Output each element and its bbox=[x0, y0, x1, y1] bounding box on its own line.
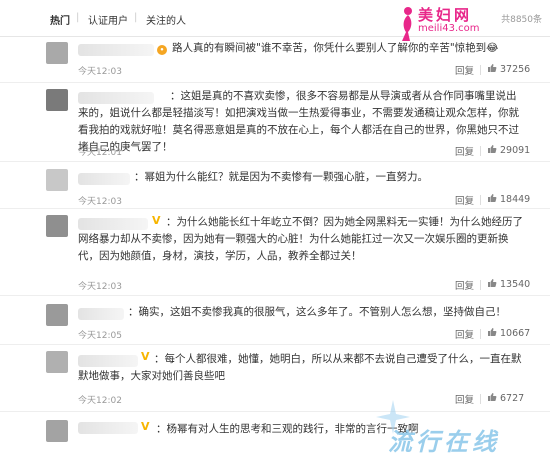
comment-text: ：每个人都很难，她懂，她明白，所以从来都不去说自己遭受了什么，一直在默默地做事，… bbox=[78, 353, 522, 382]
username-blurred[interactable] bbox=[78, 44, 154, 56]
thumbs-up-icon bbox=[488, 328, 497, 336]
action-divider bbox=[480, 65, 481, 75]
comment-text: ：为什么她能长红十年屹立不倒？因为她全网黑料无一实锤！为什么她经历了网络暴力却从… bbox=[78, 216, 523, 262]
thumbs-up-icon bbox=[488, 145, 497, 153]
avatar[interactable] bbox=[46, 304, 68, 326]
reply-button[interactable]: 回复 bbox=[455, 327, 474, 341]
watermark-text: 流行在线 bbox=[388, 428, 500, 456]
reply-button[interactable]: 回复 bbox=[455, 278, 474, 292]
reply-button[interactable]: 回复 bbox=[455, 193, 474, 207]
tab-following[interactable]: 关注的人 bbox=[146, 12, 186, 27]
comment-text: ：确实，这姐不卖惨我真的很服气，这么多年了。不管别人怎么想，坚持做自己！ bbox=[128, 306, 506, 318]
watermark-url: meili43.com bbox=[418, 23, 480, 34]
tab-hot[interactable]: 热门 bbox=[50, 12, 70, 27]
tab-verified-users[interactable]: 认证用户 bbox=[88, 12, 128, 27]
like-count: 18449 bbox=[500, 194, 531, 205]
username-blurred[interactable] bbox=[78, 422, 138, 434]
vip-badge-icon: V bbox=[141, 420, 150, 433]
action-divider bbox=[480, 146, 481, 156]
comment-item: V ：每个人都很难，她懂，她明白，所以从来都不去说自己遭受了什么，一直在默默地做… bbox=[0, 345, 550, 412]
comment-text: 路人真的有瞬间被"谁不幸苦，你凭什么要别人了解你的辛苦"惊艳到😂 bbox=[172, 42, 499, 54]
username-blurred[interactable] bbox=[78, 173, 130, 185]
like-count: 29091 bbox=[500, 145, 531, 156]
username-blurred[interactable] bbox=[78, 308, 124, 320]
action-divider bbox=[480, 394, 481, 404]
avatar[interactable] bbox=[46, 42, 68, 64]
thumbs-up-icon bbox=[488, 393, 497, 401]
comment-item: V ：为什么她能长红十年屹立不倒？因为她全网黑料无一实锤！为什么她经历了网络暴力… bbox=[0, 209, 550, 296]
watermark-title: 美妇网 bbox=[418, 6, 473, 24]
comment-time: 今天12:03 bbox=[78, 282, 122, 292]
comment-time: 今天12:05 bbox=[78, 331, 122, 341]
reply-button[interactable]: 回复 bbox=[455, 392, 474, 406]
like-button[interactable]: 29091 bbox=[487, 144, 530, 156]
site-watermark-bottom: 流行在线 bbox=[376, 400, 550, 462]
action-divider bbox=[480, 280, 481, 290]
like-count: 37256 bbox=[500, 64, 531, 75]
comment-text: ：幂姐为什么能红？就是因为不卖惨有一颗强心脏，一直努力。 bbox=[134, 171, 428, 183]
like-count: 6727 bbox=[500, 393, 525, 404]
reply-button[interactable]: 回复 bbox=[455, 144, 474, 158]
reply-button[interactable]: 回复 bbox=[455, 63, 474, 77]
comment-time: 今天12:03 bbox=[78, 67, 122, 77]
member-badge-icon: • bbox=[157, 45, 167, 55]
comment-item: ：幂姐为什么能红？就是因为不卖惨有一颗强心脏，一直努力。 今天12:03 回复 … bbox=[0, 162, 550, 209]
comment-time: 今天12:02 bbox=[78, 396, 122, 406]
like-button[interactable]: 37256 bbox=[487, 63, 530, 75]
avatar[interactable] bbox=[46, 420, 68, 442]
thumbs-up-icon bbox=[488, 279, 497, 287]
comment-item: ：这姐是真的不喜欢卖惨，很多不容易都是从导演或者从合作同事嘴里说出来的，姐说什么… bbox=[0, 83, 550, 162]
like-button[interactable]: 18449 bbox=[487, 193, 530, 205]
avatar[interactable] bbox=[46, 89, 68, 111]
like-count: 10667 bbox=[500, 328, 531, 339]
tab-divider: | bbox=[76, 12, 80, 23]
like-count: 13540 bbox=[500, 279, 531, 290]
like-button[interactable]: 6727 bbox=[487, 392, 524, 404]
like-button[interactable]: 13540 bbox=[487, 278, 530, 290]
tab-divider: | bbox=[134, 12, 138, 23]
thumbs-up-icon bbox=[488, 64, 497, 72]
thumbs-up-icon bbox=[488, 194, 497, 202]
like-button[interactable]: 10667 bbox=[487, 327, 530, 339]
comment-time: 今天12:01 bbox=[78, 148, 122, 158]
action-divider bbox=[480, 195, 481, 205]
action-divider bbox=[480, 329, 481, 339]
avatar[interactable] bbox=[46, 169, 68, 191]
comment-item: • 路人真的有瞬间被"谁不幸苦，你凭什么要别人了解你的辛苦"惊艳到😂 今天12:… bbox=[0, 36, 550, 83]
avatar[interactable] bbox=[46, 215, 68, 237]
comment-item: ：确实，这姐不卖惨我真的很服气，这么多年了。不管别人怎么想，坚持做自己！ 今天1… bbox=[0, 296, 550, 345]
comment-time: 今天12:03 bbox=[78, 197, 122, 207]
avatar[interactable] bbox=[46, 351, 68, 373]
